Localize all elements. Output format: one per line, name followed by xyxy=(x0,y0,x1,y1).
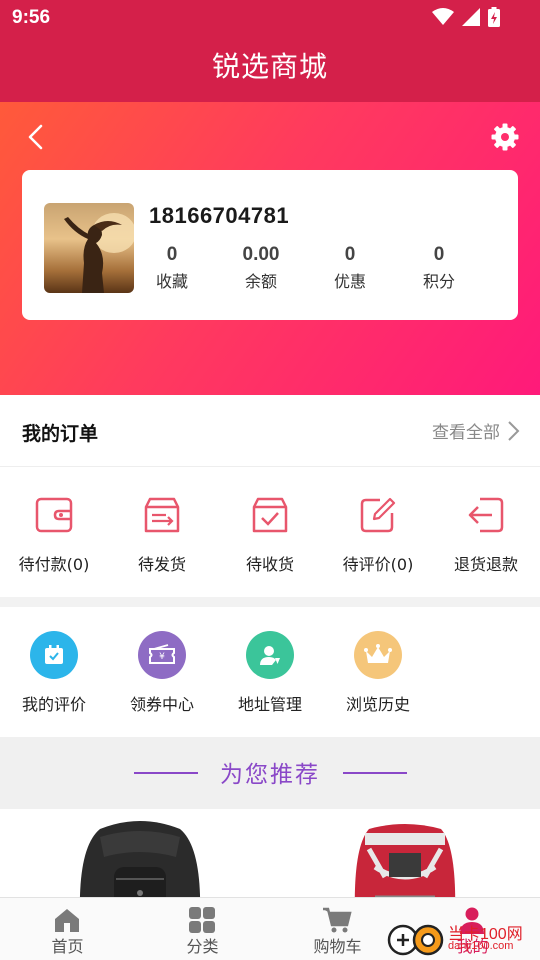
coupon-icon: ¥ xyxy=(138,631,186,679)
svg-text:¥: ¥ xyxy=(159,652,165,662)
orders-header: 我的订单 查看全部 xyxy=(0,395,540,467)
profile-header: 18166704781 0 收藏 0.00 余额 0 优惠 0 积分 xyxy=(0,102,540,395)
tool-address-label: 地址管理 xyxy=(237,695,302,714)
settings-gear-icon[interactable] xyxy=(490,122,520,152)
wallet-icon xyxy=(35,497,73,533)
order-pending-payment-label: 待付款(0) xyxy=(18,555,90,574)
crown-icon xyxy=(354,631,402,679)
signal-icon xyxy=(462,8,480,26)
tab-categories-label: 分类 xyxy=(186,937,219,956)
stat-coupons[interactable]: 0 优惠 xyxy=(310,244,390,292)
edit-review-icon xyxy=(360,497,396,533)
profile-card: 18166704781 0 收藏 0.00 余额 0 优惠 0 积分 xyxy=(22,170,518,320)
order-refund[interactable]: 退货退款 xyxy=(432,467,540,597)
app-bar: 锐选商城 xyxy=(0,36,540,102)
recommend-title: 为您推荐 xyxy=(220,762,320,788)
back-arrow-icon[interactable] xyxy=(22,122,52,152)
view-all-label: 查看全部 xyxy=(432,423,500,443)
stat-balance-value: 0.00 xyxy=(242,244,280,265)
grid-icon xyxy=(189,907,215,933)
order-pending-review-label: 待评价(0) xyxy=(342,555,414,574)
status-icons xyxy=(432,7,500,27)
watermark-url: danji100.com xyxy=(448,940,514,952)
user-pin-icon xyxy=(246,631,294,679)
stat-coupons-label: 优惠 xyxy=(333,272,366,291)
stat-balance[interactable]: 0.00 余额 xyxy=(221,244,301,292)
chevron-right-icon xyxy=(508,420,520,441)
user-phone: 18166704781 xyxy=(149,203,290,228)
tab-categories[interactable]: 分类 xyxy=(135,898,270,960)
view-all-orders-link[interactable]: 查看全部 xyxy=(432,418,520,443)
tab-home[interactable]: 首页 xyxy=(0,898,135,960)
recommend-header: 为您推荐 xyxy=(0,737,540,809)
stat-points-value: 0 xyxy=(433,244,445,265)
receive-box-icon xyxy=(252,497,288,533)
battery-icon xyxy=(488,7,500,27)
tab-cart-label: 购物车 xyxy=(313,937,362,956)
order-pending-review[interactable]: 待评价(0) xyxy=(324,467,432,597)
order-refund-label: 退货退款 xyxy=(453,555,518,574)
app-title: 锐选商城 xyxy=(211,50,328,83)
divider-right xyxy=(343,772,407,774)
watermark-logo-icon xyxy=(387,924,444,956)
order-status-row: 待付款(0) 待发货 待收货 待评价(0) 退货退款 xyxy=(0,467,540,597)
orders-section: 我的订单 查看全部 待付款(0) 待发货 待收货 待评价(0) 退货退款 xyxy=(0,395,540,597)
stat-points-label: 积分 xyxy=(422,272,455,291)
avatar-image xyxy=(64,213,134,293)
stat-favorites[interactable]: 0 收藏 xyxy=(132,244,212,292)
tab-home-label: 首页 xyxy=(51,937,84,956)
site-watermark: 当卡100网 danji100.com xyxy=(386,918,536,958)
cart-icon xyxy=(323,907,352,933)
status-bar: 9:56 xyxy=(0,0,540,36)
order-pending-receipt[interactable]: 待收货 xyxy=(216,467,324,597)
order-pending-receipt-label: 待收货 xyxy=(245,555,294,574)
product-backpack-red[interactable] xyxy=(345,817,465,899)
orders-title: 我的订单 xyxy=(22,423,99,445)
stat-balance-label: 余额 xyxy=(244,272,277,291)
tab-cart[interactable]: 购物车 xyxy=(270,898,405,960)
home-icon xyxy=(55,909,79,932)
product-backpack-black[interactable] xyxy=(60,817,220,899)
order-pending-shipment[interactable]: 待发货 xyxy=(108,467,216,597)
stat-points[interactable]: 0 积分 xyxy=(399,244,479,292)
avatar[interactable] xyxy=(44,203,134,293)
tool-my-reviews-label: 我的评价 xyxy=(21,695,86,714)
status-time: 9:56 xyxy=(12,7,51,28)
stat-favorites-label: 收藏 xyxy=(155,272,188,291)
return-icon xyxy=(468,497,504,533)
profile-stats: 0 收藏 0.00 余额 0 优惠 0 积分 xyxy=(132,244,492,294)
tool-coupon-center[interactable]: ¥ 领券中心 xyxy=(108,607,216,737)
calendar-check-icon xyxy=(30,631,78,679)
order-pending-shipment-label: 待发货 xyxy=(137,555,186,574)
tool-coupon-center-label: 领券中心 xyxy=(129,695,194,714)
shipping-box-icon xyxy=(144,497,180,533)
order-pending-payment[interactable]: 待付款(0) xyxy=(0,467,108,597)
wifi-icon xyxy=(432,8,454,25)
stat-favorites-value: 0 xyxy=(166,244,178,265)
recommended-products xyxy=(0,809,540,899)
tool-address[interactable]: 地址管理 xyxy=(216,607,324,737)
tools-section: 我的评价 ¥ 领券中心 地址管理 浏览历史 xyxy=(0,607,540,737)
tool-history-label: 浏览历史 xyxy=(345,695,410,714)
stat-coupons-value: 0 xyxy=(344,244,356,265)
tool-history[interactable]: 浏览历史 xyxy=(324,607,432,737)
tool-my-reviews[interactable]: 我的评价 xyxy=(0,607,108,737)
